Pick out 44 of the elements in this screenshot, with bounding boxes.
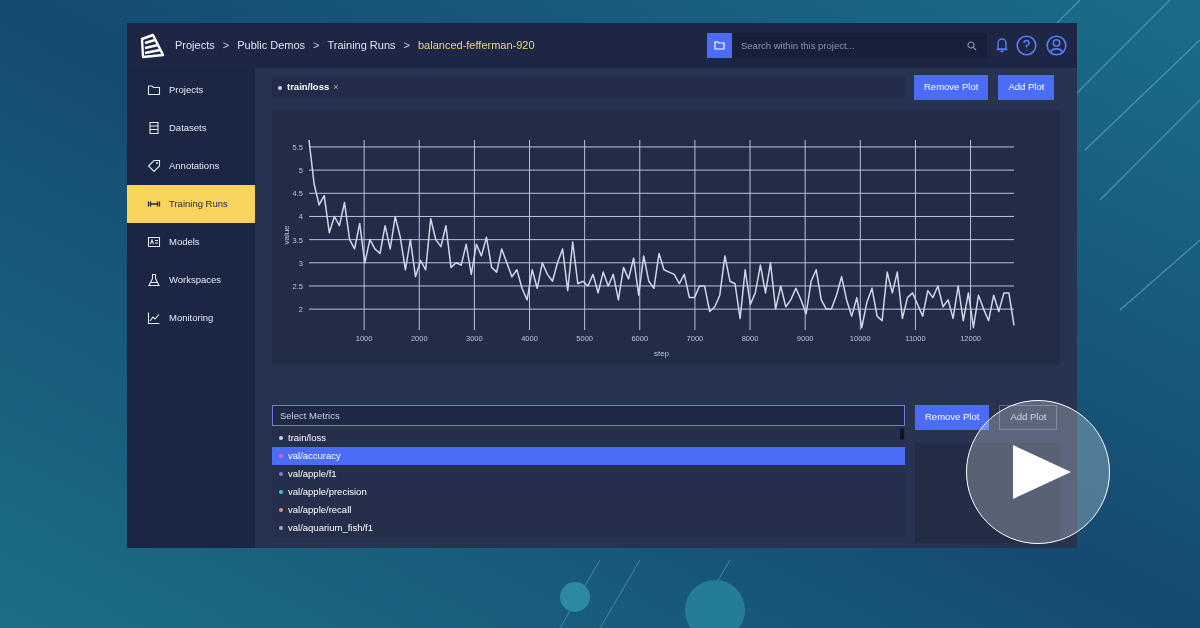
user-icon[interactable] <box>1046 35 1067 56</box>
scrollbar-thumb[interactable] <box>900 428 904 440</box>
folder-icon <box>147 83 161 97</box>
sidebar-item[interactable]: Monitoring <box>127 299 255 337</box>
metric-option[interactable]: val/apple/recall <box>272 501 905 519</box>
sidebar-item[interactable]: Models <box>127 223 255 261</box>
help-icon[interactable] <box>1016 35 1037 56</box>
breadcrumb-current: balanced-fefferman-920 <box>418 38 535 54</box>
metric-option[interactable]: val/apple/precision <box>272 483 905 501</box>
folder-button[interactable] <box>707 33 732 58</box>
flask-icon <box>147 273 161 287</box>
remove-plot-button[interactable]: Remove Plot <box>914 75 989 100</box>
sidebar-item[interactable]: Annotations <box>127 147 255 185</box>
tag-icon <box>147 159 161 173</box>
x-axis-title: step <box>653 349 670 358</box>
database-icon <box>147 121 161 135</box>
decorative-circle <box>560 582 590 612</box>
breadcrumb-link[interactable]: Public Demos <box>237 37 306 54</box>
sidebar-item[interactable]: Workspaces <box>127 261 255 299</box>
search-field[interactable]: Search within this project... <box>732 33 987 58</box>
breadcrumb-separator: > <box>403 38 410 54</box>
id-card-icon <box>147 235 161 249</box>
metric-option[interactable]: val/accuracy <box>272 447 905 465</box>
logo-icon <box>139 32 165 59</box>
line-chart-icon <box>147 311 161 325</box>
y-axis-title: value <box>282 225 291 245</box>
bell-icon[interactable] <box>995 37 1009 54</box>
breadcrumb-link[interactable]: Training Runs <box>327 37 396 54</box>
select-metrics-field[interactable]: Select Metrics <box>272 405 905 426</box>
play-icon <box>1013 445 1071 499</box>
breadcrumb-separator: > <box>222 38 230 54</box>
breadcrumb-link[interactable]: Projects <box>175 37 215 54</box>
remove-metric-button[interactable]: × <box>333 80 339 95</box>
add-plot-button[interactable]: Add Plot <box>998 75 1055 100</box>
metric-option[interactable]: val/apple/f1 <box>272 465 905 483</box>
sidebar-item[interactable]: Projects <box>127 71 255 109</box>
metric-option[interactable]: train/loss <box>272 429 905 447</box>
sidebar-item[interactable]: Datasets <box>127 109 255 147</box>
metric-option[interactable]: val/aquarium_fish/f1 <box>272 519 905 537</box>
metric-tag-label: train/loss <box>287 80 330 95</box>
breadcrumb-separator: > <box>313 38 320 54</box>
remove-plot-button[interactable]: Remove Plot <box>915 405 990 430</box>
folder-icon <box>714 41 725 50</box>
sidebar-item[interactable]: Training Runs <box>127 185 255 223</box>
